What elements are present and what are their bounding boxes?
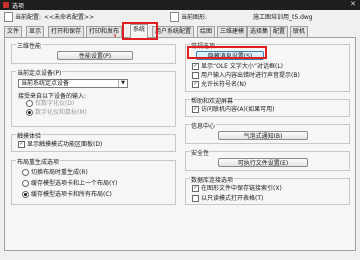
group-security: 安全性 可执行文件设置(E) — [185, 148, 350, 171]
radio-label: 切换布局时重生成(R) — [31, 169, 88, 176]
tab-online[interactable]: 联机 — [290, 26, 309, 37]
long-symbol-names-checkbox[interactable]: ✓ 允许长符号名(N) — [192, 81, 246, 88]
system-tab-pane: 三维性能 性能设置(P) 当前定点设备(P) 当前系统定点设备 ▼ 接受来自以下… — [4, 37, 356, 251]
drawing-value: 施工图培训用_t5.dwg — [253, 14, 313, 21]
config-label: 当前配置: — [15, 14, 42, 21]
radio-icon — [26, 109, 33, 116]
highlight-box-hidden-messages — [187, 46, 267, 59]
highlight-box-system-tab — [122, 22, 158, 40]
tab-3d-modeling[interactable]: 三维建模 — [217, 26, 248, 37]
radio-icon — [22, 180, 29, 187]
group-3d-performance: 三维性能 性能设置(P) — [11, 41, 176, 64]
options-dialog: 选项 ✕ 当前配置: <<未命名配置>> 当前图形: 施工图培训用_t5.dwg… — [0, 0, 360, 260]
radio-label: 缓存模型选项卡和上一个布局(Y) — [31, 180, 118, 187]
tab-profiles[interactable]: 配置 — [270, 26, 289, 37]
checkbox-label: 显示触摸模式功能区面板(D) — [27, 141, 103, 148]
executable-settings-button[interactable]: 可执行文件设置(E) — [218, 158, 308, 167]
checkbox-label: 在图形文件中保存链接索引(X) — [201, 185, 282, 192]
group-layout-regen: 布局重生成选项 切换布局时重生成(R) 缓存模型选项卡和上一个布局(Y) 缓存模… — [11, 157, 176, 205]
group-title: 三维性能 — [16, 41, 43, 50]
radio-icon — [26, 100, 33, 107]
config-icon — [4, 12, 13, 22]
accept-input-label: 接受来自以下设备的输入: — [18, 93, 87, 100]
radio-digitizer-and-mouse[interactable]: 数字化仪和鼠标(M) — [26, 109, 87, 116]
group-title: 帮助和欢迎屏幕 — [190, 96, 235, 105]
open-tables-readonly-checkbox[interactable]: 以只读模式打开表格(T) — [192, 195, 263, 202]
dialog-footer — [0, 252, 360, 260]
touch-ribbon-checkbox[interactable]: ✓ 显示触摸模式功能区面板(D) — [18, 141, 102, 148]
tab-strip: 文件 显示 打开和保存 打印和发布 系统 用户系统配置 绘图 三维建模 选择集 … — [4, 24, 356, 38]
beep-on-error-checkbox[interactable]: 用户输入内容出错时进行声音提示(B) — [192, 72, 300, 79]
radio-label: 缓存模型选项卡和所有布局(C) — [31, 191, 112, 198]
group-title: 当前定点设备(P) — [16, 68, 63, 77]
radio-cache-all[interactable]: 缓存模型选项卡和所有布局(C) — [22, 191, 112, 198]
radio-icon — [22, 191, 29, 198]
radio-digitizer-only[interactable]: 仅数字化仪(D) — [26, 100, 74, 107]
checkbox-checked-icon: ✓ — [192, 81, 199, 88]
chevron-down-icon: ▼ — [118, 80, 127, 87]
tab-display[interactable]: 显示 — [26, 26, 45, 37]
tab-open-save[interactable]: 打开和保存 — [48, 26, 85, 37]
group-db-connect: 数据库连接选项 ✓ 在图形文件中保存链接索引(X) 以只读模式打开表格(T) — [185, 175, 350, 205]
radio-label: 数字化仪和鼠标(M) — [35, 109, 87, 116]
pointing-device-select[interactable]: 当前系统定点设备 ▼ — [18, 79, 128, 88]
window-title: 选项 — [12, 3, 25, 10]
group-title: 信息中心 — [190, 121, 217, 130]
radio-regen-on-switch[interactable]: 切换布局时重生成(R) — [22, 169, 88, 176]
checkbox-checked-icon: ✓ — [192, 185, 199, 192]
drawing-label: 当前图形: — [181, 14, 208, 21]
tab-drafting[interactable]: 绘图 — [197, 26, 216, 37]
balloon-notifications-button[interactable]: 气泡式通知(B) — [218, 131, 308, 140]
checkbox-label: 以只读模式打开表格(T) — [201, 195, 264, 202]
select-value: 当前系统定点设备 — [21, 80, 70, 87]
group-title: 安全性 — [190, 148, 211, 157]
group-title: 触摸体验 — [16, 131, 43, 140]
tab-files[interactable]: 文件 — [4, 26, 23, 37]
ole-text-size-checkbox[interactable]: ✓ 显示“OLE 文字大小”对话框(L) — [192, 63, 283, 70]
checkbox-label: 允许长符号名(N) — [201, 81, 247, 88]
tab-user-preferences[interactable]: 用户系统配置 — [152, 26, 195, 37]
tab-selection[interactable]: 选择集 — [247, 26, 272, 37]
checkbox-icon — [192, 195, 199, 202]
drawing-icon — [170, 12, 179, 22]
checkbox-label: 用户输入内容出错时进行声音提示(B) — [201, 72, 300, 79]
checkbox-label: 访问联机内容(A)(如果可用) — [201, 106, 275, 113]
save-link-index-checkbox[interactable]: ✓ 在图形文件中保存链接索引(X) — [192, 185, 282, 192]
group-title: 数据库连接选项 — [190, 175, 235, 184]
radio-cache-model-last[interactable]: 缓存模型选项卡和上一个布局(Y) — [22, 180, 117, 187]
close-icon[interactable]: ✕ — [350, 0, 356, 8]
radio-icon — [22, 169, 29, 176]
checkbox-checked-icon: ✓ — [18, 141, 25, 148]
title-bar: 选项 ✕ — [0, 0, 360, 10]
performance-settings-button[interactable]: 性能设置(P) — [57, 51, 133, 60]
radio-label: 仅数字化仪(D) — [35, 100, 75, 107]
checkbox-icon — [192, 72, 199, 79]
checkbox-label: 显示“OLE 文字大小”对话框(L) — [201, 63, 284, 70]
config-value: <<未命名配置>> — [44, 14, 95, 21]
group-info-center: 信息中心 气泡式通知(B) — [185, 121, 350, 144]
group-help-welcome: 帮助和欢迎屏幕 ✓ 访问联机内容(A)(如果可用) — [185, 96, 350, 117]
app-icon — [3, 2, 9, 8]
checkbox-checked-icon: ✓ — [192, 63, 199, 70]
checkbox-checked-icon: ✓ — [192, 106, 199, 113]
online-content-checkbox[interactable]: ✓ 访问联机内容(A)(如果可用) — [192, 106, 274, 113]
group-title: 布局重生成选项 — [16, 157, 61, 166]
group-touch-experience: 触摸体验 ✓ 显示触摸模式功能区面板(D) — [11, 131, 176, 152]
group-pointing-device: 当前定点设备(P) 当前系统定点设备 ▼ 接受来自以下设备的输入: 仅数字化仪(… — [11, 68, 176, 127]
